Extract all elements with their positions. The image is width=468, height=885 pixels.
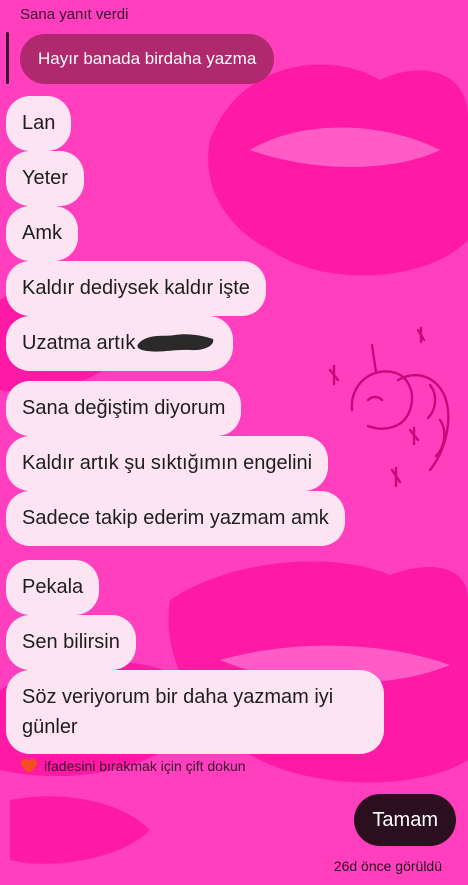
message-text: Lan — [22, 112, 56, 134]
message-bubble[interactable]: Uzatma artık — [6, 316, 233, 371]
message-bubble[interactable]: Pekala — [6, 560, 100, 615]
message-text: Sadece takip ederim yazmam amk — [22, 507, 329, 529]
message-bubble[interactable]: Sen bilirsin — [6, 615, 136, 670]
message-text: Söz veriyorum bir daha yazmam iyi günler — [22, 686, 334, 738]
tamam-reply-button[interactable]: Tamam — [354, 794, 456, 846]
message-bubble[interactable]: Söz veriyorum bir daha yazmam iyi günler — [6, 670, 384, 754]
seen-status: 26d önce görüldü — [333, 858, 442, 874]
message-text: Yeter — [22, 167, 68, 189]
chat-thread: Sana yanıt verdi Hayır banada birdaha ya… — [0, 0, 468, 885]
message-text: Uzatma artık — [22, 332, 136, 354]
message-bubble[interactable]: Sana değiştim diyorum — [6, 381, 242, 436]
heart-icon — [21, 759, 37, 773]
message-bubble[interactable]: Kaldır artık şu sıktığımın engelini — [6, 436, 329, 491]
reply-quote-bar — [6, 32, 9, 84]
message-text: Sana değiştim diyorum — [22, 397, 226, 419]
message-text: Pekala — [22, 576, 84, 598]
message-bubble[interactable]: Sadece takip ederim yazmam amk — [6, 491, 345, 546]
message-bubble[interactable]: Lan — [6, 96, 72, 151]
redaction-scribble — [137, 333, 214, 352]
reaction-hint: ifadesini bırakmak için çift dokun — [20, 758, 246, 774]
quoted-message-bubble[interactable]: Hayır banada birdaha yazma — [20, 34, 275, 84]
message-text: Kaldır artık şu sıktığımın engelini — [22, 452, 313, 474]
reaction-hint-text: ifadesini bırakmak için çift dokun — [44, 758, 246, 774]
message-bubble[interactable]: Amk — [6, 206, 78, 261]
message-text: Sen bilirsin — [22, 631, 120, 653]
message-bubble[interactable]: Kaldır dediysek kaldır işte — [6, 261, 266, 316]
message-text: Amk — [22, 222, 62, 244]
reply-caption: Sana yanıt verdi — [20, 6, 129, 23]
message-bubble[interactable]: Yeter — [6, 151, 84, 206]
message-text: Kaldır dediysek kaldır işte — [22, 277, 250, 299]
